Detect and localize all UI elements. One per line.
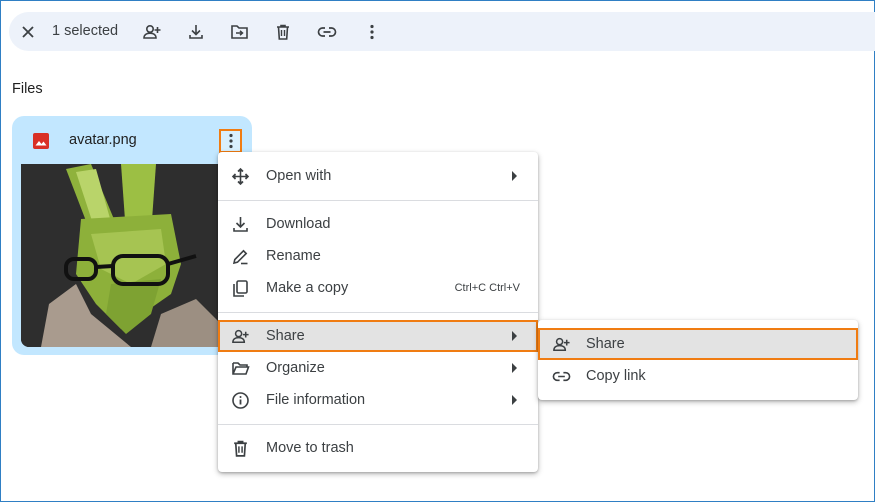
image-file-icon [32,132,50,150]
file-card[interactable]: avatar.png [12,116,252,355]
selection-toolbar: 1 selected [9,12,875,51]
menu-item-organize[interactable]: Organize [218,352,538,384]
more-vert-icon[interactable] [359,19,385,45]
menu-divider [218,424,538,425]
download-icon [231,215,250,234]
menu-item-label: Move to trash [266,440,354,456]
file-context-menu: Open with Download Rename Make a copy Ct… [218,152,538,472]
menu-item-label: Share [266,328,305,344]
trash-icon [231,439,250,458]
menu-item-move-to-trash[interactable]: Move to trash [218,432,538,464]
menu-item-label: Share [586,336,625,352]
more-vert-icon [228,133,233,149]
move-to-folder-icon[interactable] [226,19,252,45]
submenu-arrow-icon [512,331,517,341]
menu-item-share[interactable]: Share [218,320,538,352]
close-icon[interactable] [15,19,41,45]
files-section-title: Files [12,81,43,97]
menu-divider [218,312,538,313]
menu-item-label: Make a copy [266,280,349,296]
menu-item-label: Open with [266,168,332,184]
add-person-icon [231,327,250,346]
link-icon [552,367,571,386]
trash-icon[interactable] [270,19,296,45]
menu-item-label: File information [266,392,366,408]
menu-item-open-with[interactable]: Open with [218,160,538,192]
link-icon[interactable] [314,19,340,45]
submenu-arrow-icon [512,363,517,373]
move-arrows-icon [231,167,250,186]
more-actions-button[interactable] [219,129,242,153]
file-thumbnail[interactable] [21,164,242,347]
submenu-arrow-icon [512,171,517,181]
selected-count: 1 selected [52,23,119,39]
info-icon [231,391,250,410]
menu-item-file-information[interactable]: File information [218,384,538,416]
submenu-item-share[interactable]: Share [538,328,858,360]
menu-item-label: Organize [266,360,325,376]
add-person-icon[interactable] [139,19,165,45]
file-name: avatar.png [69,132,137,148]
menu-divider [218,200,538,201]
menu-item-download[interactable]: Download [218,208,538,240]
add-person-icon [552,335,571,354]
pencil-icon [231,247,250,266]
keyboard-shortcut: Ctrl+C Ctrl+V [454,282,520,294]
menu-item-make-a-copy[interactable]: Make a copy Ctrl+C Ctrl+V [218,272,538,304]
share-submenu: Share Copy link [538,320,858,400]
avatar-illustration [21,164,242,347]
copy-icon [231,279,250,298]
menu-item-label: Copy link [586,368,646,384]
folder-open-icon [231,359,250,378]
submenu-item-copy-link[interactable]: Copy link [538,360,858,392]
download-icon[interactable] [183,19,209,45]
submenu-arrow-icon [512,395,517,405]
menu-item-label: Rename [266,248,321,264]
menu-item-rename[interactable]: Rename [218,240,538,272]
menu-item-label: Download [266,216,331,232]
